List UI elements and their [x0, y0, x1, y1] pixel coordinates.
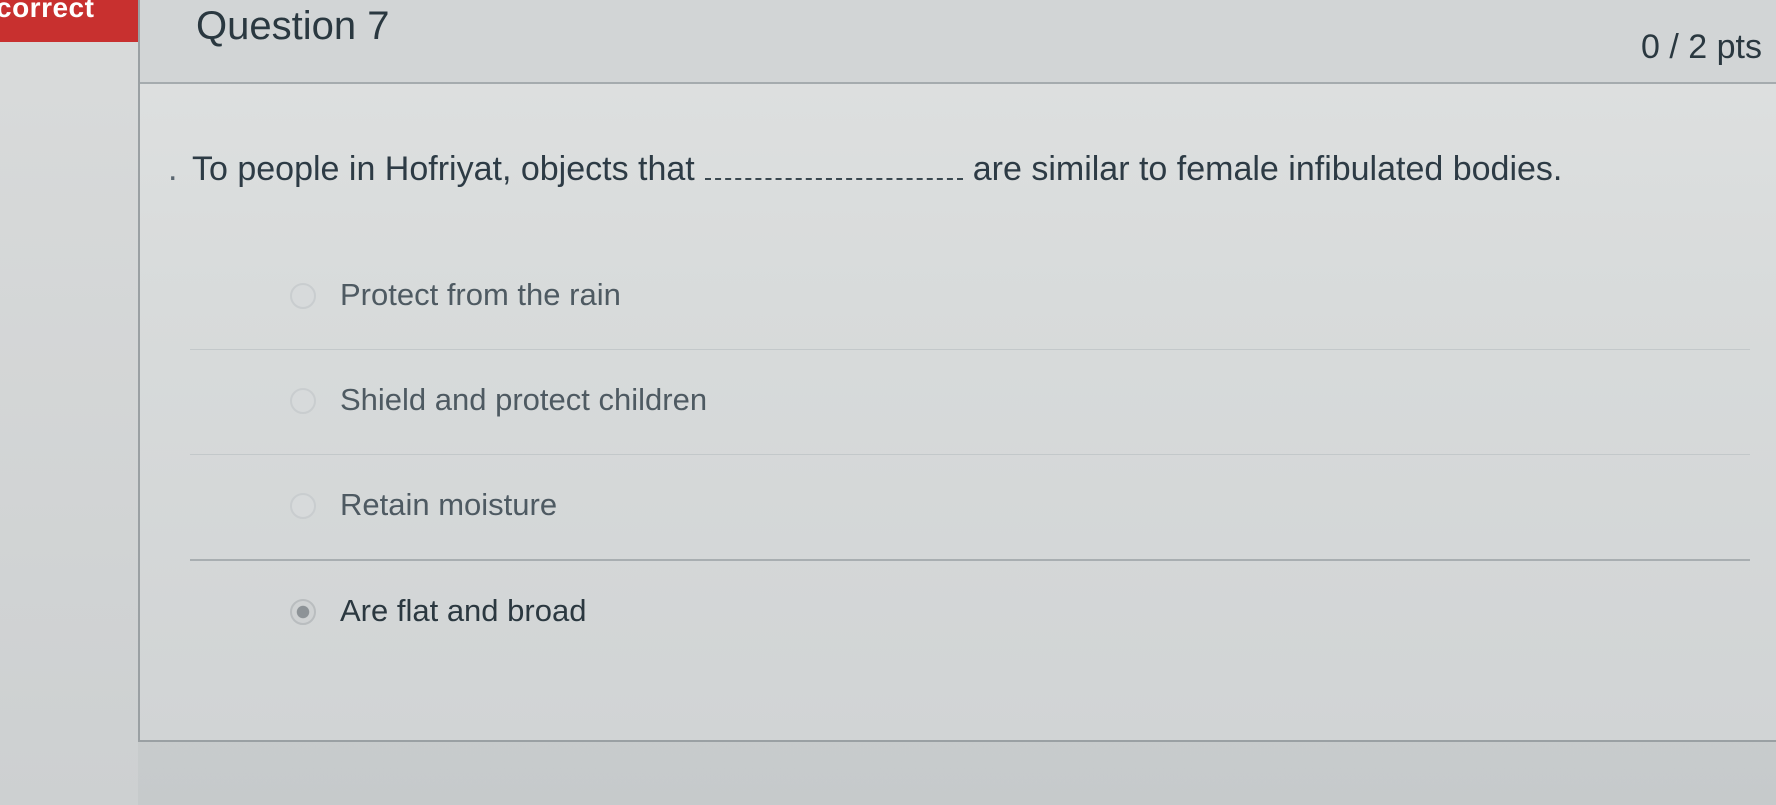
banner-label: correct	[0, 0, 95, 23]
radio-button-selected[interactable]	[290, 599, 316, 625]
question-title: Question 7	[196, 4, 390, 48]
question-card: Question 7 0 / 2 pts . To people in Hofri…	[138, 0, 1776, 742]
answer-list: Protect from the rain Shield and protect…	[190, 245, 1750, 665]
answer-label: Protect from the rain	[340, 277, 621, 312]
answer-option[interactable]: Shield and protect children	[190, 350, 1750, 455]
answer-option-selected[interactable]: Are flat and broad	[190, 561, 1750, 665]
fill-in-blank	[704, 150, 963, 180]
question-bullet: .	[168, 150, 178, 188]
radio-button[interactable]	[290, 388, 316, 414]
answer-option[interactable]: Protect from the rain	[190, 245, 1750, 350]
question-points: 0 / 2 pts	[1641, 28, 1762, 66]
answer-option[interactable]: Retain moisture	[190, 455, 1750, 561]
radio-button[interactable]	[290, 493, 316, 519]
question-text: . To people in Hofriyat, objects that are …	[168, 150, 1562, 189]
question-header: Question 7 0 / 2 pts	[140, 0, 1776, 84]
question-text-after-blank: are similar to female infibulated bodies…	[972, 150, 1563, 188]
page-background	[0, 0, 138, 805]
radio-button[interactable]	[290, 283, 316, 309]
answer-label: Shield and protect children	[340, 382, 708, 417]
question-text-before-blank: To people in Hofriyat, objects that	[192, 150, 695, 188]
answer-label: Retain moisture	[340, 487, 558, 522]
answer-label: Are flat and broad	[340, 593, 587, 628]
